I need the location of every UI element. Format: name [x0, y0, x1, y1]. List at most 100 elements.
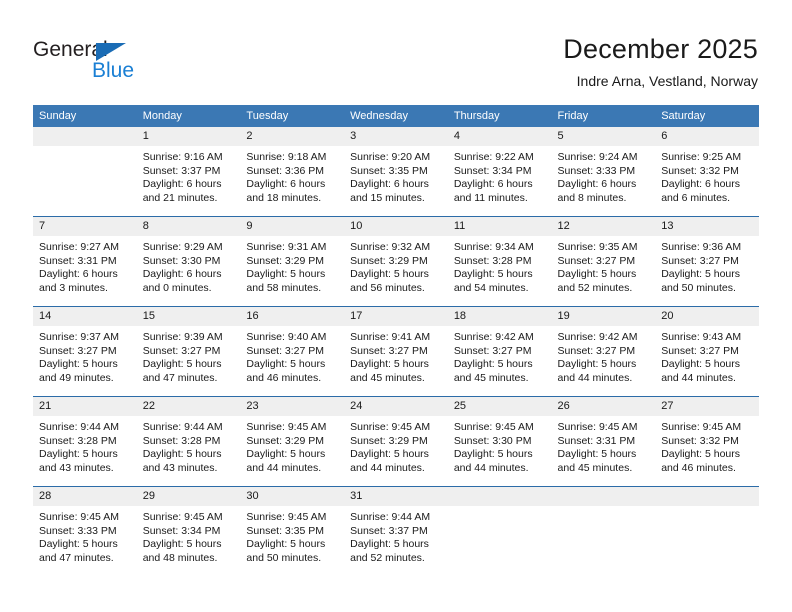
sunrise-text: Sunrise: 9:31 AM — [246, 241, 327, 253]
day-number: 6 — [655, 127, 759, 146]
day-cell[interactable]: 20 Sunrise: 9:43 AM Sunset: 3:27 PM Dayligh… — [655, 306, 759, 397]
day-number: 18 — [447, 307, 552, 326]
sunrise-text: Sunrise: 9:16 AM — [142, 151, 223, 163]
sunrise-text: Sunrise: 9:34 AM — [453, 241, 534, 253]
day-cell[interactable]: 25 Sunrise: 9:45 AM Sunset: 3:30 PM Dayligh… — [447, 396, 552, 487]
day-cell[interactable]: 29 Sunrise: 9:45 AM Sunset: 3:34 PM Dayligh… — [136, 486, 241, 576]
day-cell[interactable]: 12 Sunrise: 9:35 AM Sunset: 3:27 PM Dayligh… — [551, 216, 656, 307]
day-number: 1 — [136, 127, 241, 146]
sunset-text: Sunset: 3:29 PM — [246, 434, 325, 447]
day-cell[interactable]: 24 Sunrise: 9:45 AM Sunset: 3:29 PM Dayligh… — [344, 396, 448, 487]
day-number: 4 — [447, 127, 552, 146]
page-title: December 2025 — [563, 34, 758, 64]
day-number: 13 — [655, 217, 759, 236]
sunset-text: Sunset: 3:32 PM — [661, 164, 739, 177]
daylight-text-line2: and 3 minutes. — [39, 281, 108, 294]
daylight-text-line2: and 18 minutes. — [246, 191, 322, 204]
week-row: 1 Sunrise: 9:16 AM Sunset: 3:37 PM Daylight… — [33, 127, 759, 217]
day-cell[interactable]: 14 Sunrise: 9:37 AM Sunset: 3:27 PM Dayligh… — [33, 306, 137, 397]
general-blue-logo[interactable]: General Blue — [33, 38, 163, 84]
day-cell[interactable]: 16 Sunrise: 9:40 AM Sunset: 3:27 PM Dayligh… — [240, 306, 345, 397]
day-cell[interactable]: 11 Sunrise: 9:34 AM Sunset: 3:28 PM Dayligh… — [447, 216, 552, 307]
day-cell[interactable]: 31 Sunrise: 9:44 AM Sunset: 3:37 PM Dayligh… — [344, 486, 448, 576]
daylight-text-line2: and 50 minutes. — [661, 281, 736, 294]
sunset-text: Sunset: 3:31 PM — [39, 254, 117, 267]
day-cell[interactable]: 18 Sunrise: 9:42 AM Sunset: 3:27 PM Dayligh… — [447, 306, 552, 397]
day-number: 27 — [655, 397, 759, 416]
day-cell[interactable]: 6 Sunrise: 9:25 AM Sunset: 3:32 PM Daylight… — [655, 127, 759, 217]
day-cell[interactable]: 28 Sunrise: 9:45 AM Sunset: 3:33 PM Dayligh… — [33, 486, 137, 576]
sunset-text: Sunset: 3:34 PM — [453, 164, 532, 177]
sunset-text: Sunset: 3:29 PM — [246, 254, 325, 267]
sunset-text: Sunset: 3:27 PM — [661, 344, 739, 357]
daylight-text-line1: Daylight: 5 hours — [661, 268, 741, 281]
day-cell[interactable]: 7 Sunrise: 9:27 AM Sunset: 3:31 PM Daylight… — [33, 216, 137, 307]
weekday-header-saturday: Saturday — [655, 105, 759, 127]
daylight-text-line1: Daylight: 5 hours — [557, 448, 637, 461]
day-cell[interactable]: 1 Sunrise: 9:16 AM Sunset: 3:37 PM Daylight… — [136, 127, 241, 217]
sunrise-text: Sunrise: 9:39 AM — [142, 331, 223, 343]
daylight-text-line1: Daylight: 5 hours — [142, 538, 222, 551]
day-cell[interactable]: 8 Sunrise: 9:29 AM Sunset: 3:30 PM Daylight… — [136, 216, 241, 307]
sunset-text: Sunset: 3:28 PM — [39, 434, 117, 447]
day-cell[interactable]: 27 Sunrise: 9:45 AM Sunset: 3:32 PM Dayligh… — [655, 396, 759, 487]
daylight-text-line1: Daylight: 5 hours — [453, 358, 533, 371]
daylight-text-line1: Daylight: 6 hours — [246, 178, 326, 191]
day-cell[interactable]: 17 Sunrise: 9:41 AM Sunset: 3:27 PM Dayligh… — [344, 306, 448, 397]
daylight-text-line1: Daylight: 5 hours — [350, 268, 429, 281]
daylight-text-line1: Daylight: 5 hours — [350, 538, 429, 551]
day-cell[interactable] — [551, 486, 656, 576]
daylight-text-line2: and 43 minutes. — [142, 461, 218, 474]
sunset-text: Sunset: 3:27 PM — [661, 254, 739, 267]
sunset-text: Sunset: 3:30 PM — [142, 254, 221, 267]
sunset-text: Sunset: 3:27 PM — [453, 344, 532, 357]
daylight-text-line2: and 49 minutes. — [39, 371, 114, 384]
day-cell[interactable]: 23 Sunrise: 9:45 AM Sunset: 3:29 PM Dayligh… — [240, 396, 345, 487]
week-row: 7 Sunrise: 9:27 AM Sunset: 3:31 PM Daylight… — [33, 216, 759, 307]
day-cell[interactable] — [33, 127, 137, 217]
day-cell[interactable]: 4 Sunrise: 9:22 AM Sunset: 3:34 PM Daylight… — [447, 127, 552, 217]
daylight-text-line2: and 47 minutes. — [39, 551, 114, 564]
sunset-text: Sunset: 3:33 PM — [39, 524, 117, 537]
sunrise-text: Sunrise: 9:27 AM — [39, 241, 119, 253]
logo-text-blue: Blue — [92, 59, 135, 82]
daylight-text-line2: and 44 minutes. — [350, 461, 425, 474]
weekday-header-thursday: Thursday — [447, 105, 552, 127]
day-cell[interactable]: 9 Sunrise: 9:31 AM Sunset: 3:29 PM Daylight… — [240, 216, 345, 307]
daylight-text-line2: and 44 minutes. — [557, 371, 633, 384]
day-cell[interactable]: 22 Sunrise: 9:44 AM Sunset: 3:28 PM Dayligh… — [136, 396, 241, 487]
day-cell[interactable]: 5 Sunrise: 9:24 AM Sunset: 3:33 PM Daylight… — [551, 127, 656, 217]
day-cell[interactable]: 19 Sunrise: 9:42 AM Sunset: 3:27 PM Dayligh… — [551, 306, 656, 397]
sunset-text: Sunset: 3:34 PM — [142, 524, 221, 537]
day-cell[interactable]: 30 Sunrise: 9:45 AM Sunset: 3:35 PM Dayligh… — [240, 486, 345, 576]
daylight-text-line2: and 52 minutes. — [350, 551, 425, 564]
day-number: 26 — [551, 397, 656, 416]
daylight-text-line2: and 47 minutes. — [142, 371, 218, 384]
daylight-text-line2: and 46 minutes. — [661, 461, 736, 474]
day-cell[interactable]: 13 Sunrise: 9:36 AM Sunset: 3:27 PM Dayligh… — [655, 216, 759, 307]
day-cell[interactable]: 15 Sunrise: 9:39 AM Sunset: 3:27 PM Dayligh… — [136, 306, 241, 397]
day-cell[interactable]: 2 Sunrise: 9:18 AM Sunset: 3:36 PM Daylight… — [240, 127, 345, 217]
day-number: 9 — [240, 217, 345, 236]
sunset-text: Sunset: 3:27 PM — [557, 254, 636, 267]
day-cell[interactable]: 3 Sunrise: 9:20 AM Sunset: 3:35 PM Daylight… — [344, 127, 448, 217]
day-cell[interactable]: 21 Sunrise: 9:44 AM Sunset: 3:28 PM Dayligh… — [33, 396, 137, 487]
day-number: 24 — [344, 397, 448, 416]
day-cell[interactable]: 26 Sunrise: 9:45 AM Sunset: 3:31 PM Dayligh… — [551, 396, 656, 487]
sunrise-text: Sunrise: 9:24 AM — [557, 151, 638, 163]
daylight-text-line1: Daylight: 5 hours — [557, 268, 637, 281]
calendar-table: Sunday Monday Tuesday Wednesday Thursday… — [33, 105, 759, 576]
week-row: 28 Sunrise: 9:45 AM Sunset: 3:33 PM Dayligh… — [33, 486, 759, 576]
day-cell[interactable]: 10 Sunrise: 9:32 AM Sunset: 3:29 PM Dayligh… — [344, 216, 448, 307]
day-number: 2 — [240, 127, 345, 146]
page-subtitle: Indre Arna, Vestland, Norway — [576, 73, 758, 89]
sunrise-text: Sunrise: 9:37 AM — [39, 331, 119, 343]
title-block: December 2025 Indre Arna, Vestland, Norw… — [563, 33, 758, 90]
page-header: General Blue December 2025 Indre Arna, V… — [0, 0, 792, 100]
daylight-text-line2: and 45 minutes. — [453, 371, 529, 384]
day-cell[interactable] — [655, 486, 759, 576]
daylight-text-line1: Daylight: 5 hours — [453, 448, 533, 461]
day-cell[interactable] — [447, 486, 552, 576]
sunrise-text: Sunrise: 9:44 AM — [142, 421, 223, 433]
daylight-text-line2: and 11 minutes. — [453, 191, 528, 204]
